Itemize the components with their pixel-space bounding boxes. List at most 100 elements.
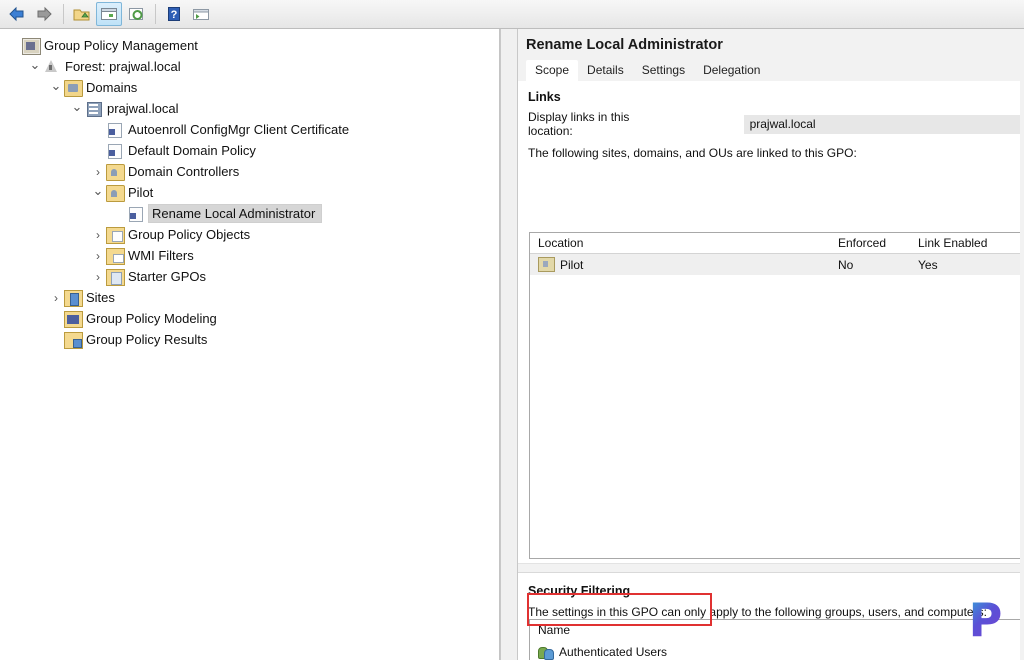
horizontal-splitter[interactable] xyxy=(518,563,1024,573)
gpo-objects-folder-icon xyxy=(106,226,125,244)
tree-item[interactable]: › Starter GPOs xyxy=(0,266,499,287)
tree-item[interactable]: Default Domain Policy xyxy=(0,140,499,161)
chevron-right-icon[interactable]: › xyxy=(90,227,106,243)
back-button[interactable] xyxy=(4,2,30,26)
domain-icon xyxy=(85,101,103,117)
tree-item-label: Pilot xyxy=(128,185,154,200)
refresh-icon xyxy=(129,8,143,20)
list-item[interactable]: Authenticated Users xyxy=(530,640,1024,660)
tab-strip: Scope Details Settings Delegation xyxy=(518,59,1024,82)
cell-link-enabled: Yes xyxy=(918,257,938,272)
column-header-location[interactable]: Location xyxy=(530,236,830,250)
ou-icon xyxy=(106,163,125,181)
chevron-right-icon[interactable]: › xyxy=(48,290,64,306)
tree-item[interactable]: ⌄ prajwal.local xyxy=(0,98,499,119)
starter-gpos-folder-icon xyxy=(106,268,125,286)
column-header-link-enabled[interactable]: Link Enabled xyxy=(910,236,1020,250)
tree-item-label: Forest: prajwal.local xyxy=(65,59,181,74)
ou-icon xyxy=(538,257,555,272)
gpo-icon xyxy=(106,122,124,138)
vertical-splitter[interactable] xyxy=(500,29,518,660)
tree-item[interactable]: ⌄ Domains xyxy=(0,77,499,98)
tree-item[interactable]: Rename Local Administrator xyxy=(0,203,499,224)
security-filtering-description: The settings in this GPO can only apply … xyxy=(528,605,987,619)
tree-item-label: Sites xyxy=(86,290,115,305)
tree-item-label: Domains xyxy=(86,80,138,95)
show-hide-tree-button[interactable] xyxy=(96,2,122,26)
tab-details[interactable]: Details xyxy=(578,60,633,81)
tree-item-label: WMI Filters xyxy=(128,248,194,263)
watermark-logo: P xyxy=(963,595,1008,645)
sites-folder-icon xyxy=(64,289,83,307)
tree-list: Group Policy Management ⌄ Forest: prajwal.… xyxy=(0,29,499,350)
chevron-right-icon[interactable]: › xyxy=(90,248,106,264)
chevron-right-icon[interactable]: › xyxy=(90,164,106,180)
toolbar-separator-1 xyxy=(63,4,64,24)
security-filtering-list[interactable]: Name Authenticated Users xyxy=(529,619,1024,660)
cell-location-label: Pilot xyxy=(560,257,584,272)
group-policy-modeling-icon xyxy=(64,310,83,328)
tree-item-label: Group Policy Results xyxy=(86,332,208,347)
column-header-enforced[interactable]: Enforced xyxy=(830,236,910,250)
up-folder-button[interactable] xyxy=(69,2,95,26)
details-scrollbar[interactable] xyxy=(1020,29,1024,660)
tree-item-label: Group Policy Modeling xyxy=(86,311,217,326)
up-folder-icon xyxy=(73,9,90,21)
column-header-name[interactable]: Name xyxy=(530,620,1024,640)
tree-item-label: Group Policy Objects xyxy=(128,227,251,242)
chevron-down-icon[interactable]: ⌄ xyxy=(90,183,106,199)
ou-icon xyxy=(106,184,125,202)
gpo-icon xyxy=(127,206,145,222)
links-heading: Links xyxy=(528,90,561,104)
tree-item[interactable]: Autoenroll ConfigMgr Client Certificate xyxy=(0,119,499,140)
toolbar-separator-2 xyxy=(155,4,156,24)
forward-button[interactable] xyxy=(31,2,57,26)
help-question-icon: ? xyxy=(168,7,180,21)
chevron-down-icon[interactable]: ⌄ xyxy=(27,57,43,73)
tree-item[interactable]: Group Policy Results xyxy=(0,329,499,350)
gpo-details-panel: Rename Local Administrator Scope Details S… xyxy=(518,29,1024,660)
chevron-down-icon[interactable]: ⌄ xyxy=(69,99,85,115)
svg-text:?: ? xyxy=(171,9,178,21)
tab-scope[interactable]: Scope xyxy=(526,60,579,81)
page-title: Rename Local Administrator xyxy=(526,37,723,53)
tree-item-label: Default Domain Policy xyxy=(128,143,256,158)
tree-item-label: Group Policy Management xyxy=(44,38,198,53)
links-description: The following sites, domains, and OUs ar… xyxy=(528,146,857,160)
tree-item[interactable]: ⌄ Pilot xyxy=(0,182,499,203)
display-links-row: Display links in this location: prajwal.… xyxy=(518,104,1024,138)
refresh-button[interactable] xyxy=(123,2,149,26)
help-button[interactable]: ? xyxy=(161,2,187,26)
forward-arrow-icon xyxy=(37,6,52,22)
toolbar: ? xyxy=(0,0,1024,29)
tree-item[interactable]: › Sites xyxy=(0,287,499,308)
export-button[interactable] xyxy=(188,2,214,26)
cell-location: Pilot xyxy=(530,257,830,272)
security-filtering-heading: Security Filtering xyxy=(528,584,631,598)
domains-folder-icon xyxy=(64,79,83,97)
gpo-icon xyxy=(106,143,124,159)
tree-item[interactable]: › Domain Controllers xyxy=(0,161,499,182)
wmi-filters-folder-icon xyxy=(106,247,125,265)
table-row[interactable]: Pilot No Yes xyxy=(530,254,1024,275)
tab-delegation[interactable]: Delegation xyxy=(694,60,769,81)
chevron-right-icon[interactable]: › xyxy=(90,269,106,285)
chevron-down-icon[interactable]: ⌄ xyxy=(48,78,64,94)
scope-tab-body: Links Display links in this location: pr… xyxy=(518,82,1024,660)
list-item-label: Authenticated Users xyxy=(559,645,668,659)
tree-item[interactable]: Group Policy Modeling xyxy=(0,308,499,329)
display-links-label: Display links in this location: xyxy=(528,110,630,138)
tree-item[interactable]: › WMI Filters xyxy=(0,245,499,266)
location-dropdown[interactable]: prajwal.local xyxy=(743,114,1024,134)
tree-item-label: prajwal.local xyxy=(107,101,179,116)
console-tree-panel[interactable]: Group Policy Management ⌄ Forest: prajwal.… xyxy=(0,29,500,660)
console-tree-icon xyxy=(101,8,117,20)
tree-item[interactable]: Group Policy Management xyxy=(0,35,499,56)
users-group-icon xyxy=(538,645,554,660)
tab-settings[interactable]: Settings xyxy=(633,60,694,81)
tree-item[interactable]: › Group Policy Objects xyxy=(0,224,499,245)
tree-item[interactable]: ⌄ Forest: prajwal.local xyxy=(0,56,499,77)
gpo-links-list[interactable]: Location Enforced Link Enabled Pilot No Ye… xyxy=(529,232,1024,559)
links-table-header: Location Enforced Link Enabled xyxy=(530,233,1024,254)
back-arrow-icon xyxy=(9,6,24,22)
